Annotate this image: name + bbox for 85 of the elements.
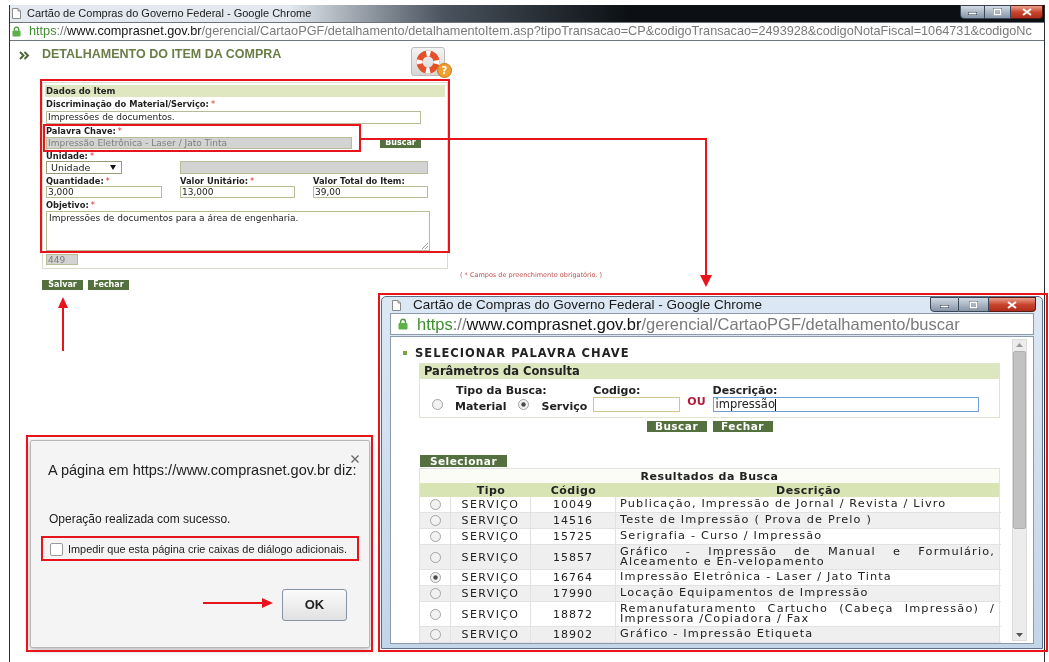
radio-button[interactable] — [429, 499, 441, 510]
text-input[interactable]: impressão — [712, 397, 979, 412]
minimize-button[interactable] — [930, 297, 959, 312]
text-area[interactable]: Impressões de documentos para a área de engenharia. — [46, 211, 430, 251]
text-input[interactable] — [593, 397, 681, 412]
page-icon — [392, 299, 401, 311]
or-label: OU — [687, 395, 706, 408]
maximize-button[interactable] — [959, 297, 989, 312]
scroll-up-icon — [1016, 343, 1023, 347]
radio-button[interactable] — [429, 551, 441, 563]
caret-icon — [110, 165, 116, 170]
close-button[interactable] — [1011, 5, 1043, 19]
table-caption: Resultados da Busca — [420, 468, 999, 483]
scroll-down-icon — [1016, 633, 1023, 637]
lock-icon — [398, 318, 408, 330]
window-title: Cartão de Compras do Governo Federal - Google Chrome — [413, 297, 762, 313]
radio-button[interactable] — [432, 399, 443, 410]
select-button[interactable]: Selecionar — [420, 455, 507, 467]
field-label: Objetivo: * — [46, 201, 95, 210]
column-header: Código — [549, 483, 598, 497]
option-label: Serviço — [541, 399, 588, 413]
page-heading: DETALHAMENTO DO ITEM DA COMPRA — [42, 47, 282, 62]
resize-grip-icon — [422, 243, 428, 249]
lock-icon — [12, 26, 21, 37]
panel-header: Parâmetros da Consulta — [420, 364, 999, 379]
dialog-message: Operação realizada com sucesso. — [49, 512, 231, 527]
maximize-icon — [969, 300, 978, 309]
section-header: Dados do Item — [45, 85, 445, 97]
address-field[interactable]: https://www.comprasnet.gov.br/gerencial/CartaoPGF/detalhamento/detalhamentoItem.asp?tipoTransacao=CP&codigoTransacao=2493928&codigoNotaFiscal=1064731&codigoNc — [29, 24, 1032, 39]
text-input[interactable]: 13,000 — [180, 186, 295, 198]
form-button[interactable]: Fechar — [712, 421, 773, 432]
field-label: Quantidade: * — [46, 177, 111, 186]
field-label: Codigo: — [593, 384, 641, 397]
minimize-icon — [968, 12, 977, 15]
close-button[interactable] — [989, 297, 1036, 312]
callout-arrow — [58, 297, 68, 351]
text-input[interactable]: 3,000 — [46, 186, 162, 198]
ok-button[interactable]: OK — [282, 589, 347, 621]
text-input[interactable]: Impressões de documentos. — [46, 111, 421, 124]
field-label: Unidade: * — [46, 152, 95, 161]
radio-button[interactable] — [429, 531, 441, 542]
maximize-button[interactable] — [985, 5, 1011, 19]
unit-select[interactable]: Unidade — [46, 161, 122, 174]
lifebuoy-icon — [416, 49, 440, 74]
window-title: Cartão de Compras do Governo Federal - Google Chrome — [27, 7, 312, 20]
text-input[interactable]: 39,00 — [313, 186, 428, 198]
radio-button[interactable] — [429, 629, 441, 640]
close-icon — [1007, 300, 1017, 309]
scrollbar-thumb[interactable] — [1013, 351, 1026, 529]
scrollbar[interactable] — [1012, 339, 1027, 641]
page-icon — [12, 8, 21, 19]
field-label: Valor Total do Item: — [313, 177, 406, 186]
option-label: Material — [455, 399, 507, 413]
checkbox[interactable] — [50, 542, 63, 556]
bullet-icon — [403, 351, 407, 355]
close-icon — [351, 455, 359, 463]
callout-arrow — [203, 598, 273, 608]
field-label: Palavra Chave: * — [46, 127, 122, 136]
radio-button[interactable] — [429, 608, 441, 620]
dialog-title: A página em https://www.comprasnet.gov.br diz: — [48, 461, 357, 479]
form-button[interactable]: Fechar — [88, 280, 129, 290]
table-cell: 18902 — [531, 627, 616, 643]
column-header: Tipo — [475, 483, 507, 497]
table-cell: SERVIÇO — [451, 627, 531, 643]
double-chevron-icon — [19, 51, 30, 60]
field-label: Tipo da Busca: — [456, 384, 547, 397]
form-button[interactable]: Salvar — [42, 280, 83, 290]
text-caret — [774, 398, 776, 411]
field-label: Valor Unitário: * — [180, 177, 256, 186]
checkbox-label: Impedir que esta página crie caixas de diálogo adicionais. — [68, 542, 348, 556]
close-icon — [1021, 8, 1032, 16]
column-header: Descrição — [775, 483, 842, 497]
minimize-icon — [940, 304, 949, 308]
radio-button[interactable] — [429, 588, 441, 599]
radio-button[interactable] — [429, 515, 441, 526]
form-button[interactable]: Buscar — [646, 421, 707, 432]
address-field[interactable]: https://www.comprasnet.gov.br/gerencial/CartaoPGF/detalhamento/buscar — [417, 314, 960, 334]
radio-button[interactable] — [429, 572, 441, 583]
field-label: Discriminação do Material/Serviço: * — [46, 100, 216, 109]
field-label: Descrição: — [712, 384, 778, 397]
maximize-icon — [993, 8, 1002, 16]
section-title: SELECIONAR PALAVRA CHAVE — [415, 346, 630, 360]
radio-button[interactable] — [518, 399, 530, 410]
table-cell: Gráfico - Impressão Etiqueta — [616, 627, 1001, 643]
minimize-button[interactable] — [960, 5, 985, 19]
